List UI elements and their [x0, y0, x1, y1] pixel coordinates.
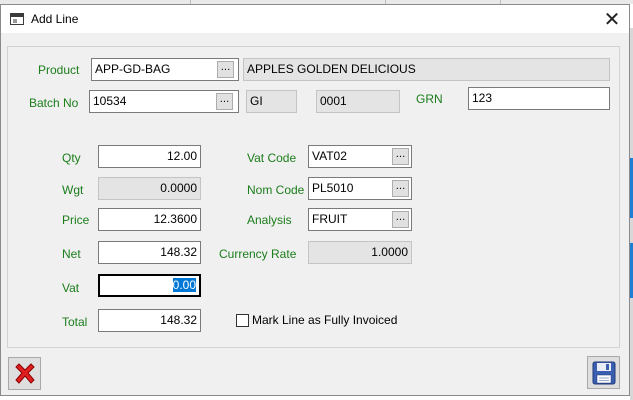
nom-code-lookup-button[interactable]: ... [392, 180, 409, 197]
red-x-icon [15, 363, 35, 384]
total-label: Total [62, 315, 88, 329]
wgt-label: Wgt [62, 183, 84, 197]
price-label: Price [62, 213, 90, 227]
batch-field-sequence: 0001 [316, 90, 400, 113]
vat-label: Vat [62, 281, 80, 295]
save-button[interactable] [587, 356, 620, 389]
total-field[interactable]: 148.32 [98, 309, 201, 332]
nom-code-label: Nom Code [247, 183, 305, 197]
vat-code-lookup-button[interactable]: ... [392, 148, 409, 165]
grn-field[interactable]: 123 [468, 87, 610, 110]
vat-field[interactable]: 0.00 [98, 274, 201, 297]
net-field[interactable]: 148.32 [98, 241, 201, 264]
cancel-button[interactable] [8, 357, 41, 390]
batch-field-gi: GI [246, 90, 297, 113]
product-lookup-button[interactable]: ... [217, 61, 234, 78]
title-bar: Add Line ✕ [1, 5, 629, 33]
batch-lookup-button[interactable]: ... [216, 93, 233, 110]
product-description-field: APPLES GOLDEN DELICIOUS [243, 58, 610, 81]
form-panel: Product APP-GD-BAG ... APPLES GOLDEN DEL… [7, 46, 620, 348]
fully-invoiced-checkbox[interactable] [236, 314, 249, 327]
add-line-dialog: Add Line ✕ Product APP-GD-BAG ... APPLES… [0, 4, 630, 396]
net-label: Net [62, 247, 81, 261]
analysis-label: Analysis [247, 213, 292, 227]
vat-code-label: Vat Code [247, 151, 297, 165]
currency-rate-label: Currency Rate [219, 247, 297, 261]
currency-rate-field: 1.0000 [308, 241, 412, 264]
batch-no-label: Batch No [29, 96, 79, 110]
wgt-field: 0.0000 [98, 177, 201, 200]
product-label: Product [38, 63, 80, 77]
close-icon[interactable]: ✕ [597, 7, 627, 31]
fully-invoiced-label: Mark Line as Fully Invoiced [252, 313, 398, 327]
analysis-lookup-button[interactable]: ... [392, 211, 409, 228]
grn-label: GRN [416, 92, 443, 106]
qty-field[interactable]: 12.00 [98, 145, 201, 168]
price-field[interactable]: 12.3600 [98, 208, 201, 231]
floppy-disk-icon [592, 361, 616, 385]
dialog-title: Add Line [31, 12, 79, 26]
window-icon [10, 13, 24, 25]
vat-field-selected-text: 0.00 [172, 278, 196, 292]
qty-label: Qty [62, 151, 81, 165]
